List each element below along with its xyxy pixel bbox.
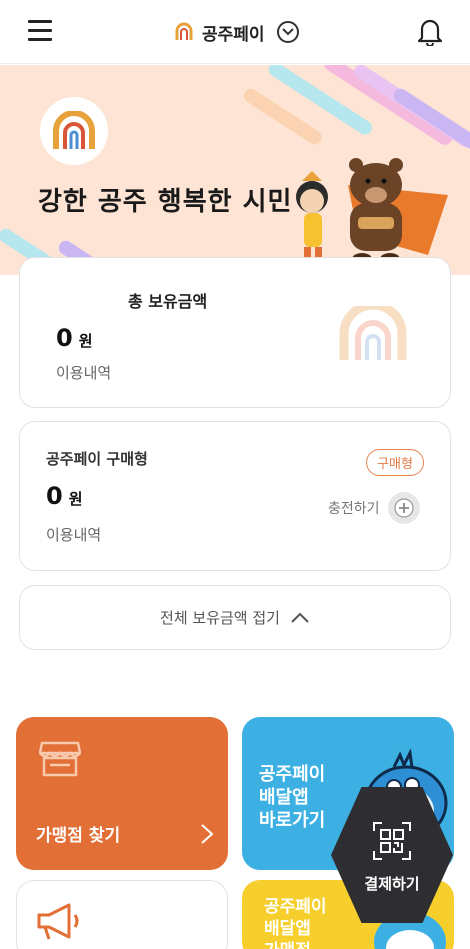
total-balance-value: 0 — [56, 324, 73, 352]
total-balance-amount: 0원 — [56, 324, 93, 352]
store-finder-tile[interactable]: 가맹점 찾기 — [16, 717, 228, 870]
collapse-balance-button[interactable]: 전체 보유금액 접기 — [19, 585, 451, 650]
bell-icon[interactable] — [416, 16, 444, 46]
chevron-up-icon — [291, 612, 309, 623]
purchase-wallet-amount: 0원 — [46, 482, 83, 510]
charge-button[interactable]: 충전하기 — [328, 492, 420, 524]
banner-logo — [40, 97, 108, 165]
purchase-wallet-label: 공주페이 구매형 — [46, 450, 148, 468]
megaphone-icon — [37, 903, 79, 940]
qr-scan-icon — [373, 822, 411, 860]
delivery-line-3: 바로가기 — [259, 810, 326, 831]
store-finder-label: 가맹점 찾기 — [36, 826, 121, 846]
delivery-line-1: 공주페이 — [259, 764, 326, 785]
app-header: 공주페이 — [0, 0, 470, 64]
mascot-characters — [296, 158, 448, 265]
delivery-app-label: 공주페이 배달앱 바로가기 — [259, 763, 325, 832]
brand-selector[interactable]: 공주페이 — [174, 18, 299, 46]
faded-gongju-logo-icon — [339, 306, 407, 360]
total-balance-unit: 원 — [78, 332, 93, 350]
charge-label: 충전하기 — [328, 501, 380, 517]
purchase-line-3: 가맹점 — [264, 940, 327, 949]
plus-circle-icon — [387, 492, 420, 524]
delivery-line-2: 배달앱 — [259, 787, 309, 808]
store-icon — [39, 741, 81, 777]
purchase-line-2: 배달앱 — [264, 919, 311, 939]
purchase-wallet-value: 0 — [46, 482, 63, 510]
purchase-line-1: 공주페이 — [264, 897, 327, 917]
collapse-label: 전체 보유금액 접기 — [160, 609, 280, 627]
chevron-down-icon[interactable] — [276, 21, 299, 43]
purchase-stores-label: 공주페이 배달앱 가맹점 — [264, 896, 327, 949]
notice-tile[interactable] — [16, 880, 228, 949]
gongju-pay-logo-icon — [175, 22, 193, 40]
purchase-type-badge: 구매형 — [366, 449, 424, 476]
purchase-wallet-card: 공주페이 구매형 구매형 0원 이용내역 충전하기 — [19, 421, 451, 571]
pay-button-label: 결제하기 — [364, 875, 420, 893]
gongju-arch-logo-icon — [53, 111, 95, 149]
total-balance-label: 총 보유금액 — [128, 292, 208, 311]
app-title: 공주페이 — [202, 24, 265, 45]
purchase-wallet-unit: 원 — [68, 490, 83, 508]
total-history-link[interactable]: 이용내역 — [56, 362, 111, 383]
chevron-right-icon — [201, 824, 214, 844]
menu-icon[interactable] — [28, 20, 52, 41]
purchase-history-link[interactable]: 이용내역 — [46, 524, 101, 545]
promo-banner[interactable]: 강한 공주 행복한 시민 — [0, 65, 470, 275]
banner-slogan: 강한 공주 행복한 시민 — [38, 187, 293, 217]
total-balance-card: 총 보유금액 0원 이용내역 — [19, 257, 451, 408]
